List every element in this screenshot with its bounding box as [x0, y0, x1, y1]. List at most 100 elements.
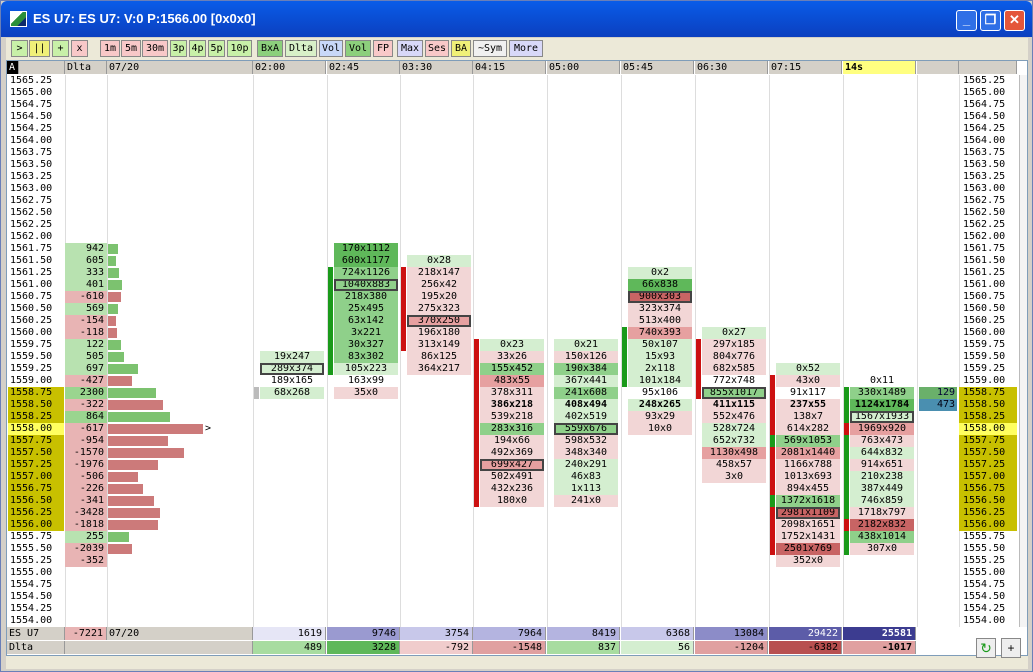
footprint-cell[interactable]: 330x1489: [850, 387, 914, 399]
footprint-cell[interactable]: 93x29: [628, 411, 692, 423]
footprint-cell[interactable]: 218x147: [407, 267, 471, 279]
footprint-cell[interactable]: 307x0: [850, 543, 914, 555]
footprint-cell[interactable]: 652x732: [702, 435, 766, 447]
footprint-cell[interactable]: 210x238: [850, 471, 914, 483]
footprint-cell[interactable]: 218x380: [334, 291, 398, 303]
footprint-cell[interactable]: 0x28: [407, 255, 471, 267]
footprint-cell[interactable]: 1752x1431: [776, 531, 840, 543]
footprint-cell[interactable]: 644x832: [850, 447, 914, 459]
title-bar[interactable]: ES U7: ES U7: V:0 P:1566.00 [0x0x0] _ ❐ …: [1, 1, 1032, 37]
footprint-cell[interactable]: 86x125: [407, 351, 471, 363]
toolbar-button-Vol[interactable]: Vol: [319, 40, 343, 57]
footprint-cell[interactable]: 0x21: [554, 339, 618, 351]
footprint-cell[interactable]: 2x118: [628, 363, 692, 375]
footprint-cell[interactable]: 2098x1651: [776, 519, 840, 531]
footprint-cell[interactable]: 0x11: [850, 375, 914, 387]
footprint-cell[interactable]: 10x0: [628, 423, 692, 435]
footprint-cell[interactable]: 2501x769: [776, 543, 840, 555]
refresh-icon[interactable]: ↻: [976, 638, 996, 658]
footprint-cell[interactable]: 408x494: [554, 399, 618, 411]
toolbar-button-[interactable]: +: [52, 40, 69, 57]
footprint-cell[interactable]: 323x374: [628, 303, 692, 315]
toolbar-button-Dlta[interactable]: Dlta: [285, 40, 317, 57]
toolbar-button-FP[interactable]: FP: [373, 40, 393, 57]
footprint-cell[interactable]: 378x311: [480, 387, 544, 399]
footprint-cell[interactable]: 1130x498: [702, 447, 766, 459]
footprint-cell[interactable]: 402x519: [554, 411, 618, 423]
toolbar-button-1m[interactable]: 1m: [100, 40, 120, 57]
footprint-cell[interactable]: 367x441: [554, 375, 618, 387]
header-time[interactable]: 06:30: [695, 61, 768, 74]
maximize-button[interactable]: ❐: [980, 10, 1001, 31]
footprint-cell[interactable]: 894x455: [776, 483, 840, 495]
footprint-cell[interactable]: 2981x1109: [776, 507, 840, 519]
footprint-cell[interactable]: 189x165: [260, 375, 324, 387]
toolbar-button-Ses[interactable]: Ses: [425, 40, 449, 57]
toolbar-button-Sym[interactable]: ~Sym: [473, 40, 507, 57]
footprint-cell[interactable]: 569x1053: [776, 435, 840, 447]
footprint-cell[interactable]: 150x126: [554, 351, 618, 363]
footprint-cell[interactable]: 66x838: [628, 279, 692, 291]
footprint-cell[interactable]: 740x393: [628, 327, 692, 339]
footprint-cell[interactable]: 0x23: [480, 339, 544, 351]
footprint-cell[interactable]: 914x651: [850, 459, 914, 471]
footprint-cell[interactable]: 63x142: [334, 315, 398, 327]
footprint-cell[interactable]: 19x247: [260, 351, 324, 363]
footprint-cell[interactable]: 370x250: [407, 315, 471, 327]
footprint-cell[interactable]: 313x149: [407, 339, 471, 351]
add-pane-button[interactable]: +: [1001, 638, 1021, 658]
footprint-cell[interactable]: 804x776: [702, 351, 766, 363]
footprint-cell[interactable]: 25x495: [334, 303, 398, 315]
footprint-cell[interactable]: 1040x883: [334, 279, 398, 291]
minimize-button[interactable]: _: [956, 10, 977, 31]
footprint-cell[interactable]: 1567x1933: [850, 411, 914, 423]
toolbar-button-10p[interactable]: 10p: [227, 40, 252, 57]
footprint-cell[interactable]: 0x52: [776, 363, 840, 375]
footprint-cell[interactable]: 614x282: [776, 423, 840, 435]
footprint-cell[interactable]: 600x1177: [334, 255, 398, 267]
footprint-cell[interactable]: 411x115: [702, 399, 766, 411]
footprint-cell[interactable]: 492x369: [480, 447, 544, 459]
footprint-cell[interactable]: 240x291: [554, 459, 618, 471]
footprint-cell[interactable]: 352x0: [776, 555, 840, 567]
footprint-cell[interactable]: 275x323: [407, 303, 471, 315]
toolbar-button-More[interactable]: More: [509, 40, 543, 57]
footprint-cell[interactable]: 502x491: [480, 471, 544, 483]
footprint-cell[interactable]: 241x608: [554, 387, 618, 399]
toolbar-button-[interactable]: ||: [29, 40, 50, 57]
footprint-cell[interactable]: 105x223: [334, 363, 398, 375]
footprint-cell[interactable]: 3x221: [334, 327, 398, 339]
footprint-cell[interactable]: 432x236: [480, 483, 544, 495]
toolbar-button-5m[interactable]: 5m: [121, 40, 141, 57]
footprint-cell[interactable]: 283x316: [480, 423, 544, 435]
footprint-cell[interactable]: 513x400: [628, 315, 692, 327]
toolbar-button-4p[interactable]: 4p: [189, 40, 206, 57]
header-time[interactable]: 02:00: [253, 61, 326, 74]
footprint-cell[interactable]: 539x218: [480, 411, 544, 423]
footprint-cell[interactable]: 46x83: [554, 471, 618, 483]
vertical-scrollbar[interactable]: [1019, 75, 1027, 627]
footprint-cell[interactable]: 746x859: [850, 495, 914, 507]
footprint-cell[interactable]: 163x99: [334, 375, 398, 387]
close-button[interactable]: ✕: [1004, 10, 1025, 31]
toolbar-button-[interactable]: >: [11, 40, 28, 57]
footprint-cell[interactable]: 95x106: [628, 387, 692, 399]
footprint-cell[interactable]: 1124x1784: [850, 399, 914, 411]
footprint-cell[interactable]: 724x1126: [334, 267, 398, 279]
header-time[interactable]: 05:45: [621, 61, 694, 74]
footprint-cell[interactable]: 528x724: [702, 423, 766, 435]
header-time[interactable]: 02:45: [327, 61, 400, 74]
footprint-cell[interactable]: 170x1112: [334, 243, 398, 255]
footprint-cell[interactable]: 364x217: [407, 363, 471, 375]
footprint-cell[interactable]: 763x473: [850, 435, 914, 447]
toolbar-button-Vol[interactable]: Vol: [345, 40, 371, 57]
toolbar-button-x[interactable]: x: [71, 40, 88, 57]
footprint-cell[interactable]: 30x327: [334, 339, 398, 351]
footprint-cell[interactable]: 552x476: [702, 411, 766, 423]
footprint-cell[interactable]: 237x55: [776, 399, 840, 411]
footprint-cell[interactable]: 138x7: [776, 411, 840, 423]
footprint-cell[interactable]: 50x107: [628, 339, 692, 351]
footprint-cell[interactable]: 387x449: [850, 483, 914, 495]
footprint-cell[interactable]: 289x374: [260, 363, 324, 375]
footprint-cell[interactable]: 194x66: [480, 435, 544, 447]
